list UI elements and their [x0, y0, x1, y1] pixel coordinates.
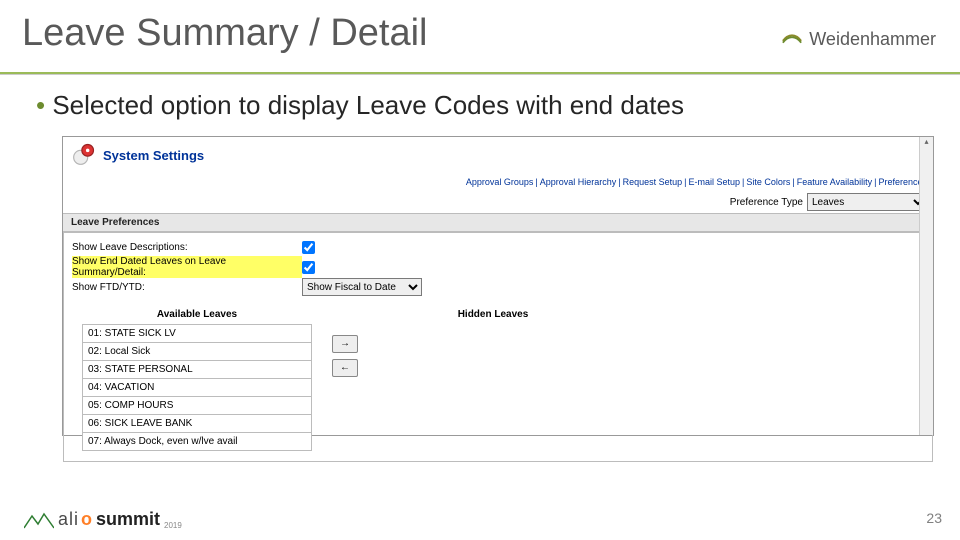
link-approval-hierarchy[interactable]: Approval Hierarchy — [540, 177, 617, 187]
available-leaves-title: Available Leaves — [82, 309, 312, 320]
move-left-button[interactable]: ← — [332, 359, 358, 377]
prefs-block: Show Leave Descriptions: Show End Dated … — [63, 232, 933, 462]
mountain-icon — [24, 512, 54, 530]
select-show-ftd-ytd[interactable]: Show Fiscal to Date — [302, 278, 422, 296]
checkbox-show-end-dated-leaves[interactable] — [302, 261, 315, 274]
scrollbar-icon[interactable]: ▴ — [919, 137, 933, 435]
settings-title: System Settings — [103, 148, 204, 163]
list-item[interactable]: 07: Always Dock, even w/lve avail — [82, 432, 312, 451]
footer-o: o — [81, 509, 92, 530]
checkbox-show-leave-descriptions[interactable] — [302, 241, 315, 254]
list-item[interactable]: 01: STATE SICK LV — [82, 324, 312, 342]
settings-header: System Settings — [63, 137, 933, 173]
link-site-colors[interactable]: Site Colors — [746, 177, 790, 187]
page-title: Leave Summary / Detail — [22, 12, 428, 55]
brand-mark: Weidenhammer — [781, 28, 936, 50]
hidden-leaves-column: Hidden Leaves — [378, 309, 608, 324]
row-show-end-dated-leaves: Show End Dated Leaves on Leave Summary/D… — [72, 259, 924, 275]
hidden-leaves-title: Hidden Leaves — [378, 309, 608, 320]
list-item[interactable]: 06: SICK LEAVE BANK — [82, 414, 312, 432]
link-email-setup[interactable]: E-mail Setup — [689, 177, 741, 187]
system-settings-screenshot: ▴ System Settings Approval Groups| Appro… — [62, 136, 934, 436]
preference-type-select[interactable]: Leaves — [807, 193, 927, 211]
page-number: 23 — [926, 510, 942, 526]
section-leave-preferences: Leave Preferences — [63, 213, 933, 232]
link-feature-availability[interactable]: Feature Availability — [797, 177, 872, 187]
footer-year: 2019 — [164, 521, 182, 530]
available-leaves-column: Available Leaves 01: STATE SICK LV 02: L… — [82, 309, 312, 451]
leave-lists-row: Available Leaves 01: STATE SICK LV 02: L… — [72, 299, 924, 461]
list-item[interactable]: 05: COMP HOURS — [82, 396, 312, 414]
list-item[interactable]: 02: Local Sick — [82, 342, 312, 360]
top-link-bar: Approval Groups| Approval Hierarchy| Req… — [63, 173, 933, 191]
brand-text: Weidenhammer — [809, 29, 936, 50]
gear-icon — [69, 141, 97, 169]
row-show-ftd-ytd: Show FTD/YTD: Show Fiscal to Date — [72, 279, 924, 295]
bullet-text: Selected option to display Leave Codes w… — [36, 90, 684, 121]
footer-summit: summit — [96, 509, 160, 530]
label-show-leave-descriptions: Show Leave Descriptions: — [72, 242, 302, 253]
move-right-button[interactable]: → — [332, 335, 358, 353]
link-approval-groups[interactable]: Approval Groups — [466, 177, 534, 187]
preference-type-row: Preference Type Leaves — [63, 191, 933, 213]
preference-type-label: Preference Type — [730, 197, 803, 208]
footer-logo: alio summit 2019 — [24, 509, 182, 530]
available-leaves-list[interactable]: 01: STATE SICK LV 02: Local Sick 03: STA… — [82, 324, 312, 451]
list-item[interactable]: 03: STATE PERSONAL — [82, 360, 312, 378]
list-item[interactable]: 04: VACATION — [82, 378, 312, 396]
footer-alio: ali — [58, 509, 79, 530]
swoosh-icon — [781, 28, 803, 50]
label-show-end-dated-leaves: Show End Dated Leaves on Leave Summary/D… — [72, 256, 302, 278]
transfer-arrows: → ← — [332, 335, 358, 377]
row-show-leave-descriptions: Show Leave Descriptions: — [72, 239, 924, 255]
title-divider-shadow — [0, 74, 960, 75]
label-show-ftd-ytd: Show FTD/YTD: — [72, 282, 302, 293]
link-request-setup[interactable]: Request Setup — [623, 177, 683, 187]
